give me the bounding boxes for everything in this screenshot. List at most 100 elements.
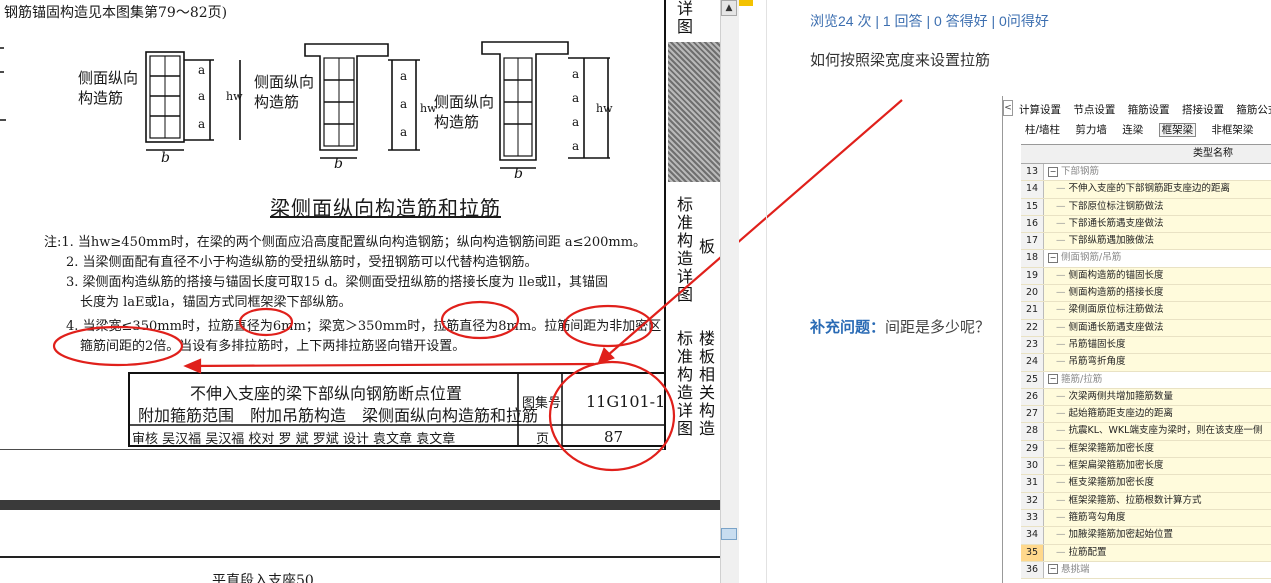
row-number: 28 — [1021, 423, 1044, 440]
supplement-text: 间距是多少呢？ — [885, 319, 991, 336]
question-title: 如何按照梁宽度来设置拉筋 — [810, 52, 991, 69]
table-row: 27— 起始箍筋距支座边的距离 — [1021, 406, 1271, 424]
tree-indent-icon: — — [1056, 269, 1066, 281]
table-row: 18− 侧面钢筋/吊筋 — [1021, 250, 1271, 268]
row-text: 侧面构造筋的锚固长度 — [1068, 269, 1164, 281]
table-row: 15— 下部原位标注钢筋做法 — [1021, 198, 1271, 216]
row-text: 不伸入支座的下部钢筋距支座边的距离 — [1068, 183, 1231, 195]
row-text: 箍筋/拉筋 — [1061, 373, 1103, 385]
settings-screenshot: < 计算设置 节点设置 箍筋设置 搭接设置 箍筋公式 柱/墙柱 剪力墙 连梁 框… — [1002, 96, 1271, 583]
row-number: 13 — [1021, 164, 1044, 181]
row-label: — 梁侧面原位标注筋做法 — [1044, 302, 1271, 319]
settings-table: 类型名称 13− 下部钢筋 14— 不伸入支座的下部钢筋距支座边的距离 15— 下部原位标… — [1021, 144, 1271, 580]
subtab-non-frame-beam: 非框架梁 — [1211, 124, 1254, 136]
row-label: — 框架梁箍筋加密长度 — [1044, 440, 1271, 458]
row-text: 梁侧面原位标注筋做法 — [1068, 304, 1164, 316]
row-number: 30 — [1021, 458, 1044, 475]
table-row: 14— 不伸入支座的下部钢筋距支座边的距离 — [1021, 181, 1271, 199]
row-label: — 框支梁箍筋加密长度 — [1044, 475, 1271, 492]
vertical-scrollbar[interactable] — [720, 0, 739, 583]
subtab-column: 柱/墙柱 — [1025, 124, 1061, 136]
tree-indent-icon: — — [1056, 183, 1066, 195]
row-label: − 悬挑端 — [1044, 561, 1271, 579]
table-row: 33— 箍筋弯勾角度 — [1021, 509, 1271, 528]
row-text: 侧面通长筋遇支座做法 — [1068, 321, 1164, 333]
row-label: — 下部纵筋遇加腋做法 — [1044, 233, 1271, 250]
tree-indent-icon: — — [1056, 442, 1066, 454]
row-label: — 加腋梁箍筋加密起始位置 — [1044, 527, 1271, 544]
collapse-toggle-icon: − — [1048, 166, 1058, 177]
collapse-toggle-icon: − — [1048, 374, 1058, 385]
row-number: 20 — [1021, 285, 1044, 302]
table-row: 20— 侧面构造筋的搭接长度 — [1021, 285, 1271, 303]
row-number: 35 — [1021, 544, 1044, 561]
tree-indent-icon: — — [1056, 287, 1066, 299]
row-label: — 吊筋锚固长度 — [1044, 336, 1271, 354]
row-text: 框支梁箍筋加密长度 — [1068, 477, 1155, 489]
row-text: 抗震KL、WKL端支座为梁时，则在该支座一侧 — [1068, 425, 1263, 437]
row-label: — 次梁两侧共增加箍筋数量 — [1044, 388, 1271, 406]
settings-sub-tabs: 柱/墙柱 剪力墙 连梁 框架梁 非框架梁 — [1025, 122, 1265, 137]
row-label: — 箍筋弯勾角度 — [1044, 509, 1271, 527]
row-number: 21 — [1021, 302, 1044, 319]
tree-indent-icon: — — [1056, 356, 1066, 368]
row-label: − 箍筋/拉筋 — [1044, 371, 1271, 388]
row-label: − 侧面钢筋/吊筋 — [1044, 250, 1271, 267]
row-number: 32 — [1021, 492, 1044, 509]
row-label: — 起始箍筋距支座边的距离 — [1044, 406, 1271, 423]
row-text: 侧面构造筋的搭接长度 — [1068, 287, 1164, 299]
table-row: 31— 框支梁箍筋加密长度 — [1021, 475, 1271, 493]
table-row: 34— 加腋梁箍筋加密起始位置 — [1021, 527, 1271, 545]
table-row: 32— 框架梁箍筋、拉筋根数计算方式 — [1021, 492, 1271, 510]
tree-indent-icon: — — [1056, 338, 1066, 350]
row-text: 次梁两侧共增加箍筋数量 — [1068, 390, 1174, 402]
tree-indent-icon: — — [1056, 460, 1066, 472]
row-label: — 抗震KL、WKL端支座为梁时，则在该支座一侧 — [1044, 423, 1271, 440]
row-label: — 不伸入支座的下部钢筋距支座边的距离 — [1044, 181, 1271, 198]
table-row: 16— 下部通长筋遇支座做法 — [1021, 215, 1271, 234]
tab-lap-settings: 搭接设置 — [1182, 104, 1225, 116]
supplement-question: 补充问题：间距是多少呢？ — [810, 316, 990, 337]
row-label: — 下部通长筋遇支座做法 — [1044, 215, 1271, 233]
row-label: — 侧面通长筋遇支座做法 — [1044, 319, 1271, 336]
row-number: 14 — [1021, 181, 1044, 198]
row-label: — 框架梁箍筋、拉筋根数计算方式 — [1044, 492, 1271, 509]
table-row: 36− 悬挑端 — [1021, 561, 1271, 580]
row-number: 34 — [1021, 527, 1044, 544]
scrollbar-thumb[interactable] — [721, 528, 737, 540]
row-number: 23 — [1021, 336, 1044, 354]
row-number: 16 — [1021, 215, 1044, 233]
tree-indent-icon: — — [1056, 200, 1066, 212]
row-text: 悬挑端 — [1061, 563, 1090, 575]
tree-indent-icon: — — [1056, 511, 1066, 523]
row-label: — 侧面构造筋的锚固长度 — [1044, 267, 1271, 285]
collapse-toggle-icon: − — [1048, 252, 1058, 263]
tree-indent-icon: — — [1056, 390, 1066, 402]
table-row: 23— 吊筋锚固长度 — [1021, 336, 1271, 355]
row-number: 29 — [1021, 440, 1044, 458]
tree-indent-icon: — — [1056, 408, 1066, 420]
table-row: 30— 框架扁梁箍筋加密长度 — [1021, 458, 1271, 476]
row-label: — 下部原位标注钢筋做法 — [1044, 198, 1271, 215]
row-label: — 拉筋配置 — [1044, 544, 1271, 561]
row-text: 侧面钢筋/吊筋 — [1061, 252, 1122, 264]
table-row: 13− 下部钢筋 — [1021, 164, 1271, 182]
table-row: 28— 抗震KL、WKL端支座为梁时，则在该支座一侧 — [1021, 423, 1271, 441]
row-text: 拉筋配置 — [1068, 546, 1107, 558]
row-number: 36 — [1021, 561, 1044, 579]
row-number: 27 — [1021, 406, 1044, 423]
tab-stirrup-formula: 箍筋公式 — [1236, 104, 1271, 116]
tab-stirrup-settings: 箍筋设置 — [1127, 104, 1170, 116]
row-label: — 吊筋弯折角度 — [1044, 354, 1271, 371]
row-number: 15 — [1021, 198, 1044, 215]
scroll-up-arrow-icon[interactable]: ▲ — [721, 0, 737, 16]
question-stats[interactable]: 浏览24 次 | 1 回答 | 0 答得好 | 0问得好 — [810, 11, 1049, 31]
tree-indent-icon: — — [1056, 546, 1066, 558]
tree-indent-icon: — — [1056, 494, 1066, 506]
row-text: 箍筋弯勾角度 — [1068, 511, 1126, 523]
tree-indent-icon: — — [1056, 235, 1066, 247]
row-label: — 侧面构造筋的搭接长度 — [1044, 285, 1271, 302]
table-row: 22— 侧面通长筋遇支座做法 — [1021, 319, 1271, 337]
content-divider — [766, 0, 767, 583]
row-text: 起始箍筋距支座边的距离 — [1068, 408, 1174, 420]
